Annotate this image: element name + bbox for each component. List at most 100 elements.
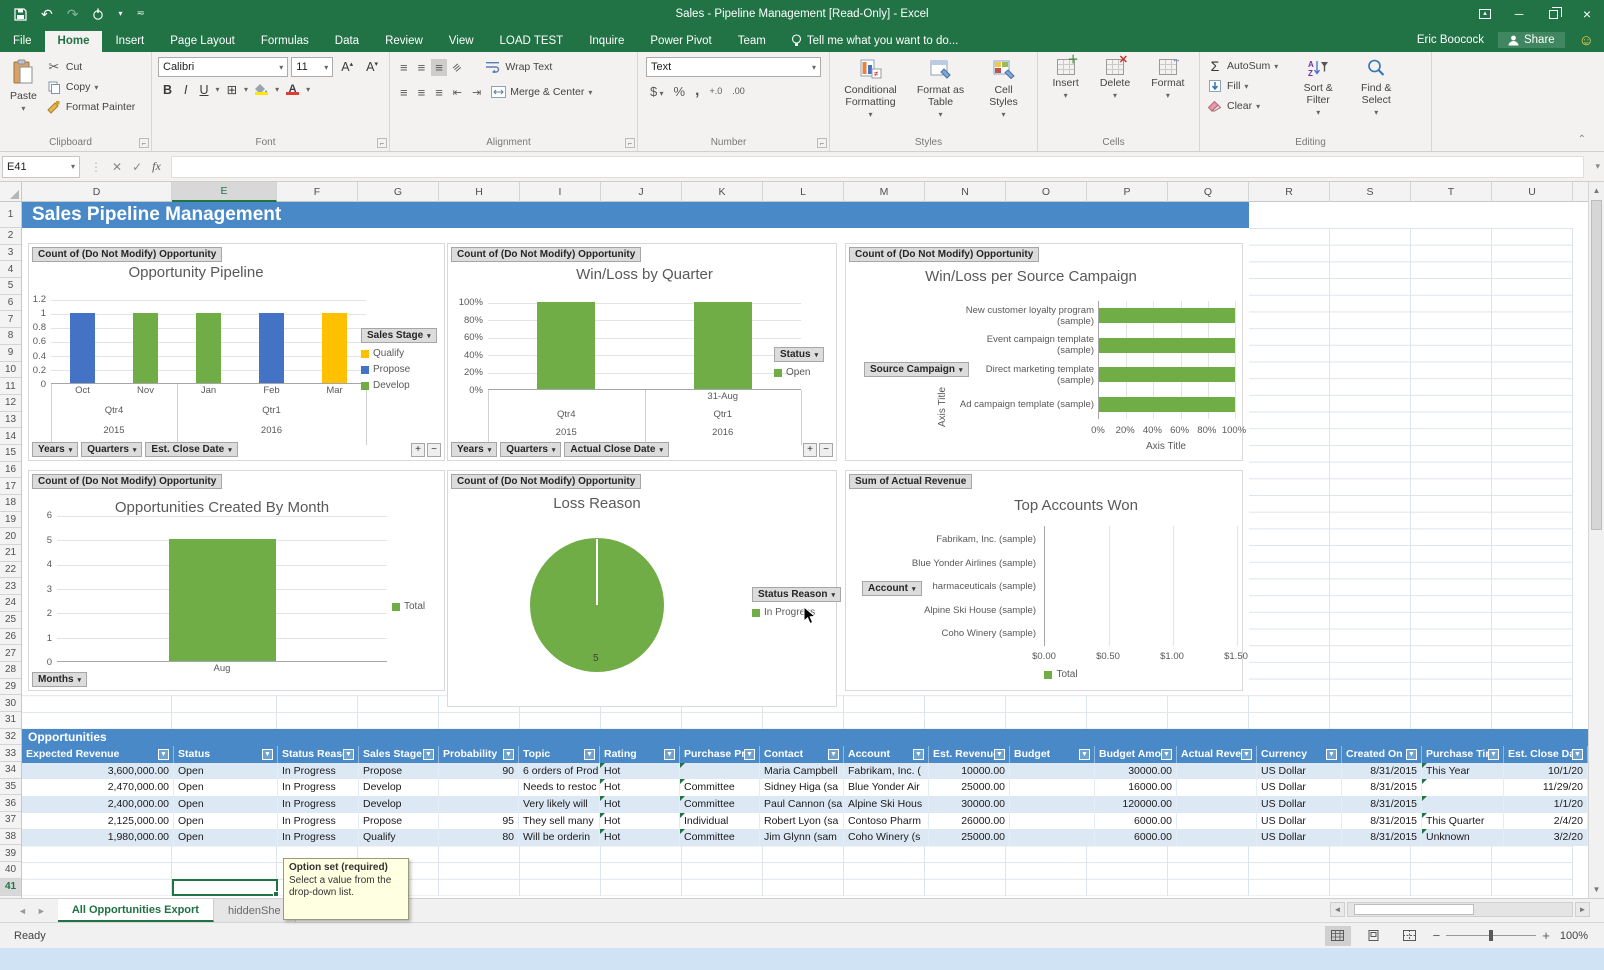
save-icon[interactable] <box>14 8 27 21</box>
chart-opportunities-created-by-month[interactable]: Count of (Do Not Modify) OpportunityOppo… <box>28 470 445 691</box>
paste-button[interactable]: Paste ▾ <box>4 55 43 115</box>
row-header-29[interactable]: 29 <box>0 679 21 696</box>
underline-dropdown-icon[interactable]: ▾ <box>216 85 220 94</box>
ribbon-tab-page-layout[interactable]: Page Layout <box>157 31 248 52</box>
fill-button[interactable]: Fill▾ <box>1204 76 1281 96</box>
horizontal-scrollbar[interactable]: ◄ ► <box>1330 901 1590 918</box>
cell[interactable]: Needs to restoc <box>519 779 600 796</box>
axis-field-button-quarters[interactable]: Quarters▾ <box>81 442 142 457</box>
cell[interactable]: Open <box>174 763 278 780</box>
table-header-topic[interactable]: Topic▼ <box>519 746 600 763</box>
cell[interactable]: Paul Cannon (sa <box>760 796 844 813</box>
cell[interactable]: 2/4/20 <box>1504 813 1588 830</box>
enter-icon[interactable]: ✓ <box>132 160 142 174</box>
format-as-table-button[interactable]: Format as Table ▾ <box>911 55 971 121</box>
row-header-34[interactable]: 34 <box>0 762 21 779</box>
cell[interactable]: 3/2/20 <box>1504 829 1588 846</box>
filter-dropdown-icon[interactable]: ▼ <box>423 749 434 760</box>
filter-dropdown-icon[interactable]: ▼ <box>158 749 169 760</box>
cell[interactable]: 8/31/2015 <box>1342 763 1422 780</box>
italic-button[interactable]: I <box>179 82 192 98</box>
row-header-32[interactable]: 32 <box>0 729 21 746</box>
cell[interactable]: Alpine Ski Hous <box>844 796 929 813</box>
borders-button[interactable]: ⊞ <box>222 81 242 98</box>
axis-field-button-months[interactable]: Months▾ <box>32 672 87 687</box>
table-header-budget-amo[interactable]: Budget Amo▼ <box>1095 746 1177 763</box>
column-header-E[interactable]: E <box>172 182 277 202</box>
cell[interactable]: 25000.00 <box>929 829 1010 846</box>
table-header-est-revenue[interactable]: Est. Revenue▼ <box>929 746 1010 763</box>
table-row-38[interactable]: 1,980,000.00OpenIn ProgressQualify80Will… <box>22 829 1588 846</box>
column-header-M[interactable]: M <box>844 182 925 202</box>
column-header-S[interactable]: S <box>1330 182 1411 202</box>
font-color-button[interactable]: A <box>281 83 304 96</box>
filter-dropdown-icon[interactable]: ▼ <box>503 749 514 760</box>
clear-button[interactable]: Clear▾ <box>1204 96 1281 116</box>
legend-field-button[interactable]: Status Reason▾ <box>752 587 841 602</box>
decrease-font-size-button[interactable]: A▾ <box>361 59 383 75</box>
cell[interactable]: Will be orderin <box>519 829 600 846</box>
cell[interactable]: Develop <box>359 796 439 813</box>
table-row-35[interactable]: 2,470,000.00OpenIn ProgressDevelopNeeds … <box>22 779 1588 796</box>
cell[interactable] <box>680 763 760 780</box>
row-header-21[interactable]: 21 <box>0 545 21 562</box>
row-header-11[interactable]: 11 <box>0 378 21 395</box>
zoom-thumb[interactable] <box>1489 930 1493 941</box>
redo-icon[interactable]: ↷ <box>67 7 79 21</box>
cancel-icon[interactable]: ✕ <box>112 160 122 174</box>
zoom-in-icon[interactable]: + <box>1542 928 1550 943</box>
filter-dropdown-icon[interactable]: ▼ <box>913 749 924 760</box>
filter-dropdown-icon[interactable]: ▼ <box>1161 749 1172 760</box>
ribbon-display-options-icon[interactable]: ▴ <box>1468 0 1502 28</box>
legend-field-button[interactable]: Account▾ <box>862 581 922 596</box>
column-header-U[interactable]: U <box>1492 182 1573 202</box>
row-header-15[interactable]: 15 <box>0 445 21 462</box>
cell[interactable]: Develop <box>359 779 439 796</box>
cell[interactable]: In Progress <box>278 796 359 813</box>
cell[interactable] <box>1010 796 1095 813</box>
sheet-canvas[interactable]: Sales Pipeline Management OpportunitiesE… <box>22 202 1588 898</box>
cell[interactable]: In Progress <box>278 813 359 830</box>
cell[interactable]: Committee <box>680 779 760 796</box>
column-header-Q[interactable]: Q <box>1168 182 1249 202</box>
column-header-H[interactable]: H <box>439 182 520 202</box>
row-header-20[interactable]: 20 <box>0 528 21 545</box>
filter-dropdown-icon[interactable]: ▼ <box>1241 749 1252 760</box>
font-color-dropdown-icon[interactable]: ▾ <box>306 85 310 94</box>
cell[interactable]: 10/1/20 <box>1504 763 1588 780</box>
column-header-N[interactable]: N <box>925 182 1006 202</box>
cell[interactable]: Blue Yonder Air <box>844 779 929 796</box>
column-header-D[interactable]: D <box>22 182 172 202</box>
number-dialog-launcher-icon[interactable]: ⌐ <box>817 138 827 148</box>
select-all-corner[interactable] <box>0 182 22 202</box>
filter-dropdown-icon[interactable]: ▼ <box>1326 749 1337 760</box>
cell[interactable]: 120000.00 <box>1095 796 1177 813</box>
sort-filter-button[interactable]: AZ Sort & Filter▾ <box>1291 55 1345 119</box>
autosum-button[interactable]: ΣAutoSum▾ <box>1204 56 1281 76</box>
orientation-button[interactable]: ≡ <box>445 55 468 78</box>
row-header-24[interactable]: 24 <box>0 595 21 612</box>
table-header-status[interactable]: Status▼ <box>174 746 278 763</box>
scroll-up-icon[interactable]: ▲ <box>1589 183 1604 198</box>
horizontal-scroll-thumb[interactable] <box>1354 904 1474 915</box>
zoom-out-icon[interactable]: − <box>1433 928 1441 943</box>
column-header-J[interactable]: J <box>601 182 682 202</box>
cell[interactable]: Hot <box>600 796 680 813</box>
cell[interactable]: This Year <box>1422 763 1504 780</box>
increase-decimal-button[interactable]: +.0 <box>710 86 723 96</box>
axis-field-button-years[interactable]: Years▾ <box>32 442 78 457</box>
cell[interactable]: Open <box>174 796 278 813</box>
minimize-button[interactable]: ─ <box>1502 0 1536 28</box>
cell[interactable] <box>1177 813 1257 830</box>
bottom-align-button[interactable]: ≡ <box>431 59 447 76</box>
row-header-26[interactable]: 26 <box>0 629 21 646</box>
cell[interactable] <box>439 779 519 796</box>
pivot-field-button[interactable]: Sum of Actual Revenue <box>849 474 972 489</box>
expand-button[interactable]: + <box>803 443 817 457</box>
touch-mouse-mode-icon[interactable] <box>92 8 104 21</box>
cell[interactable]: 30000.00 <box>929 796 1010 813</box>
cell[interactable] <box>1010 813 1095 830</box>
cell[interactable] <box>1177 763 1257 780</box>
cell[interactable]: Very likely will <box>519 796 600 813</box>
merge-center-button[interactable]: Merge & Center▾ <box>487 82 595 102</box>
